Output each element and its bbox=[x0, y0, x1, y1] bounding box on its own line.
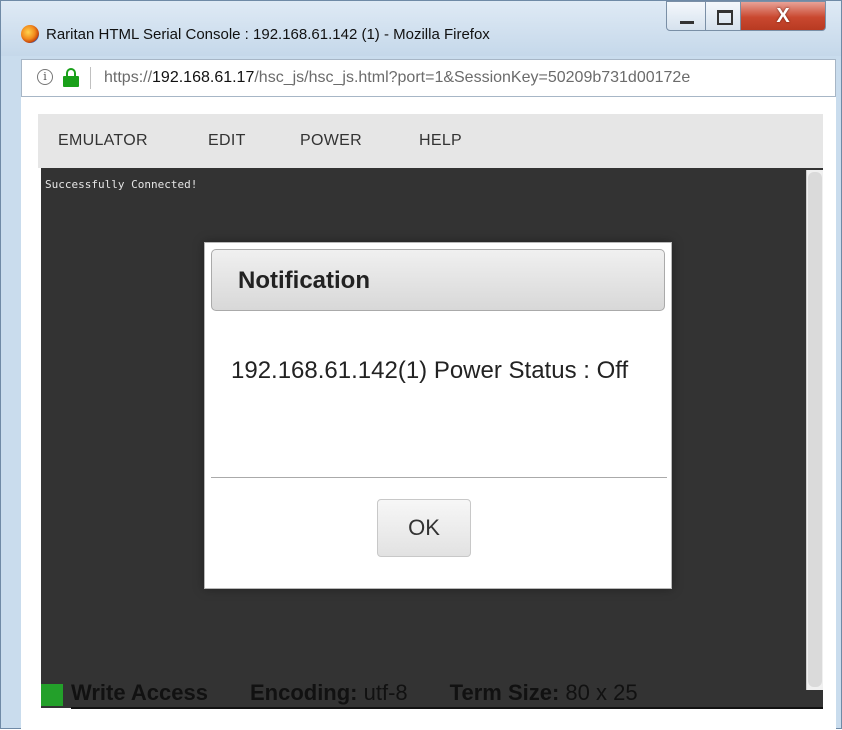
minimize-icon bbox=[680, 21, 694, 24]
window-title: Raritan HTML Serial Console : 192.168.61… bbox=[46, 26, 490, 43]
terminal-scrollbar[interactable] bbox=[806, 170, 823, 690]
divider bbox=[90, 67, 91, 89]
address-bar[interactable]: i https://192.168.61.17/hsc_js/hsc_js.ht… bbox=[21, 59, 836, 97]
access-status: Write Access bbox=[71, 680, 208, 705]
status-divider bbox=[71, 707, 823, 709]
close-icon: X bbox=[776, 5, 790, 27]
dialog-divider bbox=[211, 477, 667, 478]
status-bar: Write Access Encoding: utf-8 Term Size: 80… bbox=[41, 680, 823, 709]
menu-power[interactable]: POWER bbox=[300, 132, 362, 150]
info-icon[interactable]: i bbox=[37, 69, 53, 85]
dialog-title: Notification bbox=[238, 267, 370, 294]
menu-emulator[interactable]: EMULATOR bbox=[58, 132, 148, 150]
title-bar: Raritan HTML Serial Console : 192.168.61… bbox=[1, 1, 841, 56]
maximize-icon bbox=[717, 10, 733, 25]
encoding-value: utf-8 bbox=[363, 680, 408, 705]
url-path: /hsc_js/hsc_js.html?port=1&SessionKey=50… bbox=[254, 69, 691, 86]
term-size-label: Term Size: bbox=[449, 680, 560, 705]
menu-bar: EMULATOR EDIT POWER HELP bbox=[38, 114, 823, 168]
scrollbar-thumb[interactable] bbox=[808, 172, 822, 687]
close-button[interactable]: X bbox=[740, 1, 826, 31]
url-scheme: https:// bbox=[104, 69, 153, 86]
page-content: EMULATOR EDIT POWER HELP Successfully Co… bbox=[21, 97, 836, 730]
terminal-line: Successfully Connected! bbox=[45, 178, 198, 191]
dialog-header: Notification bbox=[211, 249, 665, 311]
encoding-label: Encoding: bbox=[249, 680, 358, 705]
firefox-icon bbox=[21, 25, 39, 43]
term-size-value: 80 x 25 bbox=[565, 680, 638, 705]
access-indicator bbox=[41, 684, 63, 706]
maximize-button[interactable] bbox=[705, 1, 741, 31]
menu-edit[interactable]: EDIT bbox=[208, 132, 246, 150]
lock-icon[interactable] bbox=[63, 68, 79, 88]
notification-dialog: Notification 192.168.61.142(1) Power Sta… bbox=[204, 242, 672, 589]
minimize-button[interactable] bbox=[666, 1, 706, 31]
ok-button[interactable]: OK bbox=[377, 499, 471, 557]
url-host: 192.168.61.17 bbox=[152, 69, 255, 86]
browser-window: Raritan HTML Serial Console : 192.168.61… bbox=[0, 0, 842, 730]
menu-help[interactable]: HELP bbox=[419, 132, 462, 150]
status-text: Write Access Encoding: utf-8 Term Size: 80… bbox=[71, 680, 638, 706]
dialog-message: 192.168.61.142(1) Power Status : Off bbox=[231, 357, 629, 384]
url-text[interactable]: https://192.168.61.17/hsc_js/hsc_js.html… bbox=[104, 69, 834, 87]
